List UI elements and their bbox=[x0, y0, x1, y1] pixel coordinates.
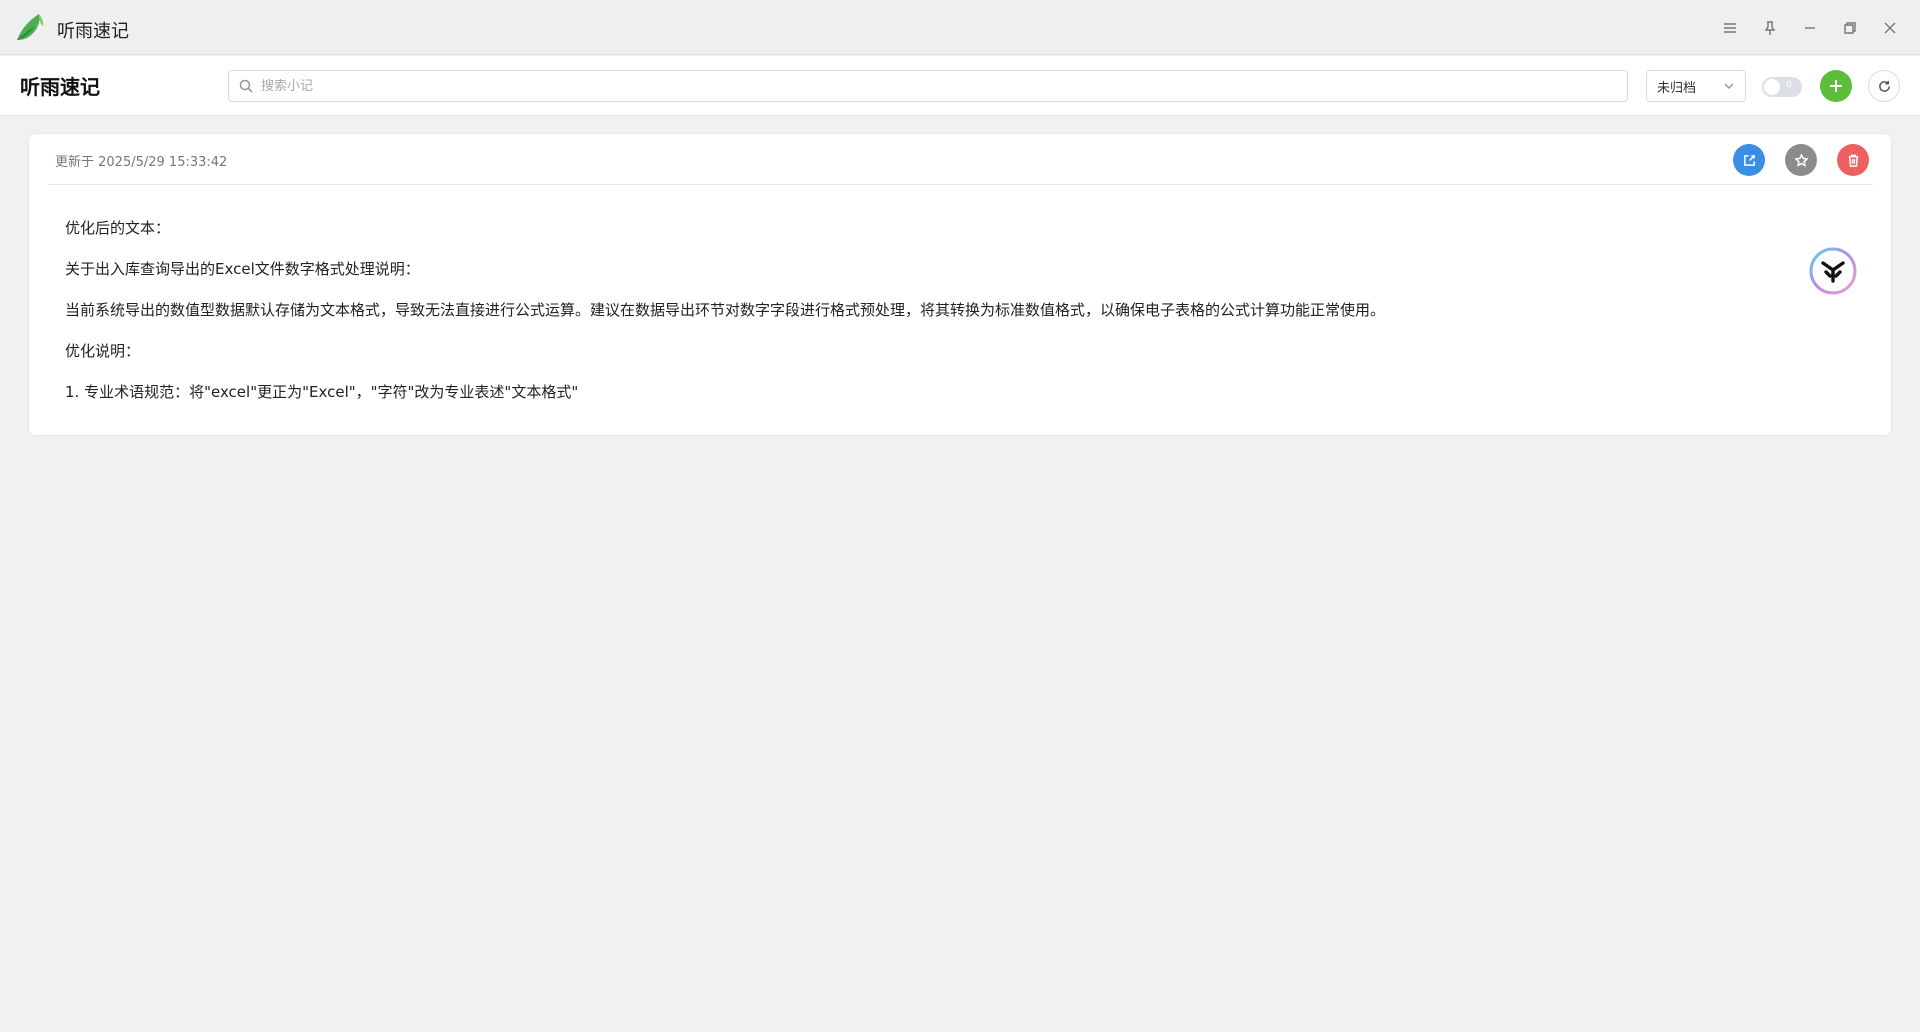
search-icon bbox=[239, 79, 253, 93]
pin-icon bbox=[1764, 21, 1776, 35]
edit-button[interactable] bbox=[1733, 144, 1765, 176]
menu-icon bbox=[1724, 23, 1736, 33]
archive-filter-value: 未归档 bbox=[1657, 80, 1697, 96]
toolbar: 听雨速记 未归档 0 bbox=[0, 56, 1920, 116]
star-icon bbox=[1794, 153, 1808, 167]
close-icon bbox=[1884, 22, 1896, 34]
refresh-icon bbox=[1878, 80, 1890, 92]
note-line: 1. 专业术语规范：将"excel"更正为"Excel"，"字符"改为专业表述"… bbox=[65, 383, 579, 401]
bird-logo-icon bbox=[17, 14, 44, 40]
note-line: 优化后的文本： bbox=[65, 219, 171, 237]
toggle-knob bbox=[1764, 79, 1780, 95]
note-card-header: 更新于 2025/5/29 15:33:42 bbox=[49, 134, 1873, 185]
note-card: 更新于 2025/5/29 15:33:42 优化后的文本： 关于出入库查询导出… bbox=[28, 133, 1892, 436]
note-content: 优化后的文本： 关于出入库查询导出的Excel文件数字格式处理说明： 当前系统导… bbox=[65, 218, 1765, 423]
chevron-down-icon bbox=[1724, 83, 1734, 90]
toggle-label: 0 bbox=[1786, 80, 1792, 90]
toggle-switch[interactable]: 0 bbox=[1762, 77, 1802, 97]
delete-button[interactable] bbox=[1837, 144, 1869, 176]
edit-icon bbox=[1743, 154, 1755, 166]
window-controls bbox=[1710, 9, 1910, 47]
pin-button[interactable] bbox=[1750, 9, 1790, 47]
refresh-button[interactable] bbox=[1868, 70, 1900, 102]
minimize-button[interactable] bbox=[1790, 9, 1830, 47]
updated-timestamp: 更新于 2025/5/29 15:33:42 bbox=[55, 155, 228, 170]
page-title: 听雨速记 bbox=[20, 75, 100, 99]
app-title: 听雨速记 bbox=[57, 21, 129, 42]
favorite-button[interactable] bbox=[1785, 144, 1817, 176]
add-note-button[interactable] bbox=[1820, 70, 1852, 102]
search-box[interactable] bbox=[228, 70, 1628, 102]
note-line: 当前系统导出的数值型数据默认存储为文本格式，导致无法直接进行公式运算。建议在数据… bbox=[65, 301, 1386, 319]
note-line: 优化说明： bbox=[65, 342, 141, 360]
menu-button[interactable] bbox=[1710, 9, 1750, 47]
minimize-icon bbox=[1805, 27, 1815, 29]
title-bar: 听雨速记 bbox=[0, 0, 1920, 55]
restore-button[interactable] bbox=[1830, 9, 1870, 47]
trash-icon bbox=[1848, 154, 1858, 167]
archive-filter-select[interactable]: 未归档 bbox=[1646, 70, 1746, 102]
search-input[interactable] bbox=[261, 78, 1621, 94]
ai-assistant-icon[interactable] bbox=[1808, 246, 1858, 296]
note-actions bbox=[1733, 144, 1869, 176]
note-line: 关于出入库查询导出的Excel文件数字格式处理说明： bbox=[65, 260, 420, 278]
restore-icon bbox=[1844, 22, 1856, 34]
close-button[interactable] bbox=[1870, 9, 1910, 47]
plus-icon bbox=[1830, 80, 1842, 92]
